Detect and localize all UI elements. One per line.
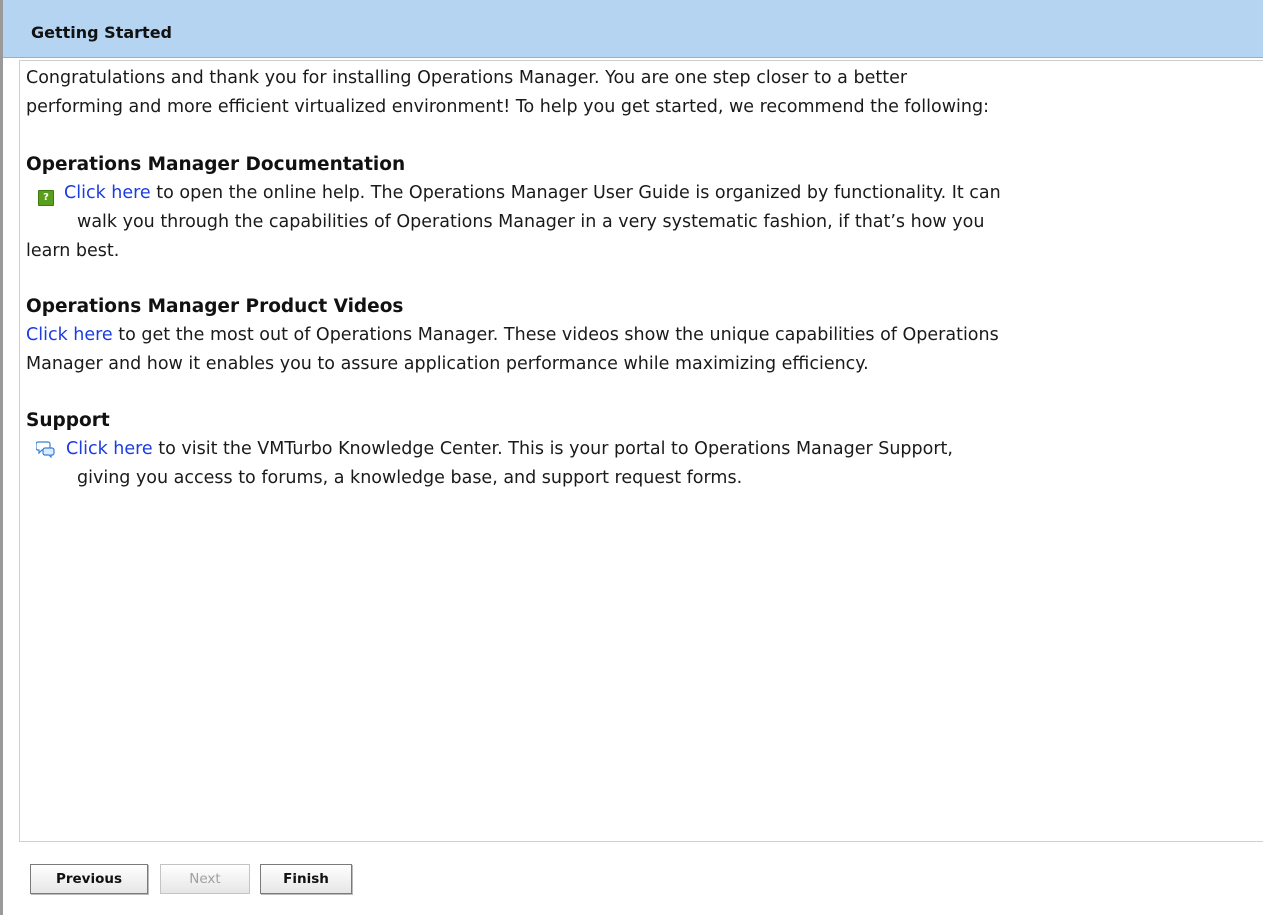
content-panel: Congratulations and thank you for instal… [19, 60, 1263, 842]
finish-button[interactable]: Finish [260, 864, 352, 894]
window-title: Getting Started [3, 0, 1263, 58]
support-link[interactable]: Click here [66, 439, 153, 459]
support-line-1: Click here to visit the VMTurbo Knowledg… [26, 435, 1263, 464]
getting-started-window: Getting Started Congratulations and than… [0, 0, 1263, 915]
videos-line-1: Click here to get the most out of Operat… [26, 321, 1263, 350]
documentation-section: Operations Manager Documentation ? Click … [26, 151, 1263, 266]
support-title: Support [26, 410, 110, 431]
support-section: Support Click here to visit the VMTurbo … [26, 407, 1263, 493]
documentation-line-1: ? Click here to open the online help. The… [26, 179, 1263, 208]
videos-section: Operations Manager Product Videos Click … [26, 293, 1263, 379]
documentation-title: Operations Manager Documentation [26, 154, 406, 175]
previous-button[interactable]: Previous [30, 864, 148, 894]
support-text-1: to visit the VMTurbo Knowledge Center. T… [152, 439, 953, 459]
intro-line-2: performing and more efficient virtualize… [26, 97, 989, 117]
documentation-line-3: learn best. [26, 241, 120, 261]
intro-text: Congratulations and thank you for instal… [26, 64, 1263, 122]
help-book-icon: ? [38, 190, 54, 206]
documentation-line-2: walk you through the capabilities of Ope… [77, 212, 985, 232]
documentation-text-1: to open the online help. The Operations … [150, 183, 1001, 203]
support-line-2: giving you access to forums, a knowledge… [77, 468, 743, 488]
next-button[interactable]: Next [160, 864, 250, 894]
chat-bubbles-icon [35, 439, 56, 459]
videos-text-1: to get the most out of Operations Manage… [112, 325, 999, 345]
intro-line-1: Congratulations and thank you for instal… [26, 68, 908, 88]
videos-link[interactable]: Click here [26, 325, 113, 345]
documentation-link[interactable]: Click here [64, 183, 151, 203]
videos-title: Operations Manager Product Videos [26, 296, 404, 317]
videos-line-2: Manager and how it enables you to assure… [26, 354, 869, 374]
